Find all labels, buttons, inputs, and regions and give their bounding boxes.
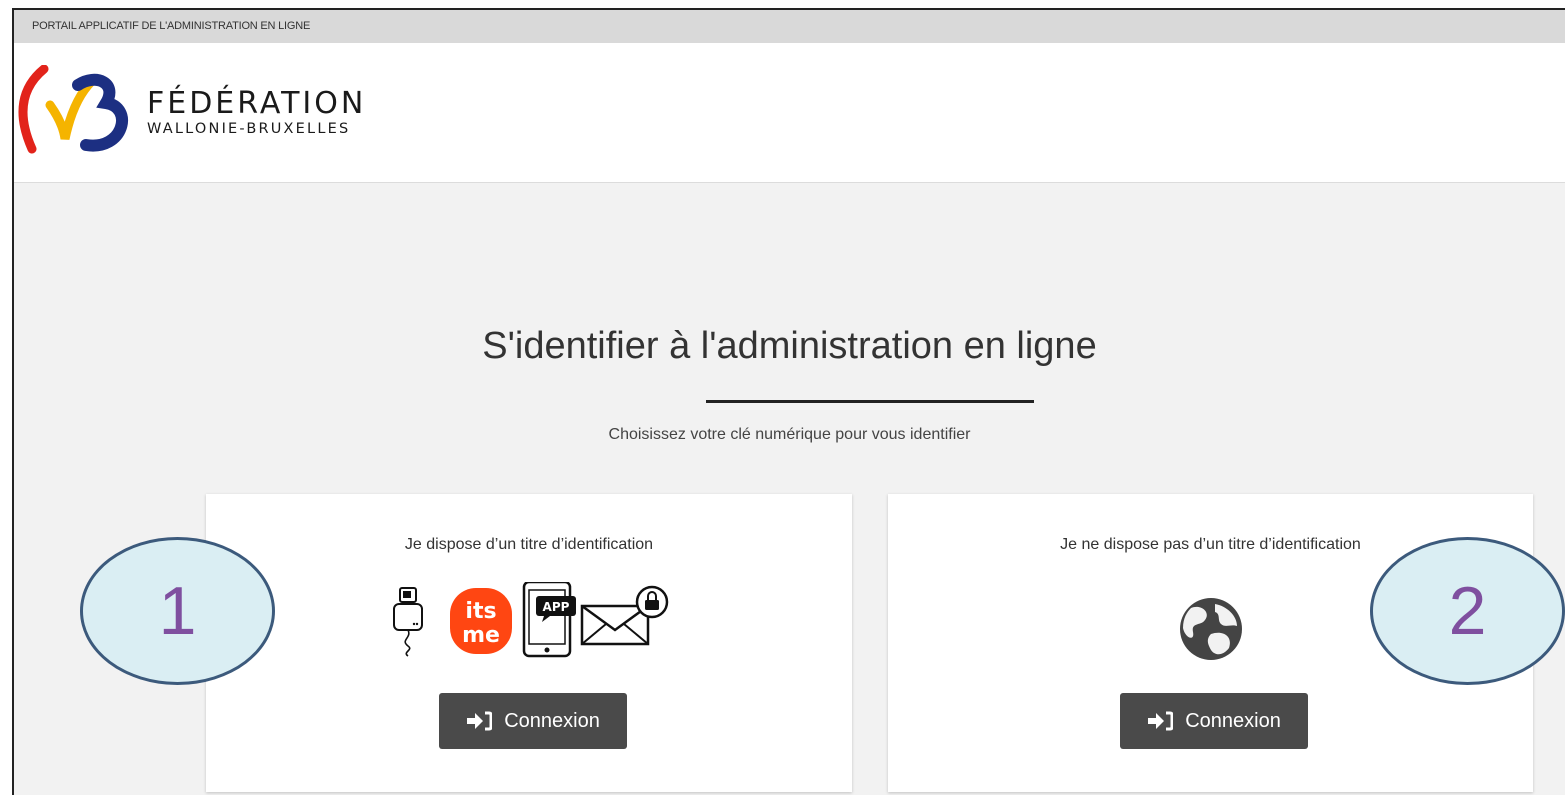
itsme-label-me: me (462, 623, 500, 648)
itsme-label-its: its (465, 599, 496, 624)
app-label: APP (543, 600, 570, 614)
annotation-callout-2: 2 (1370, 537, 1565, 685)
annotation-callout-1: 1 (80, 537, 275, 685)
portal-label: PORTAIL APPLICATIF DE L'ADMINISTRATION E… (32, 20, 311, 32)
title-divider (706, 400, 1034, 403)
annotation-number: 1 (158, 573, 197, 649)
page-title: S'identifier à l'administration en ligne (482, 325, 1097, 367)
brand-subtitle: WALLONIE-BRUXELLES (147, 121, 351, 137)
fwb-logo-icon[interactable] (14, 65, 139, 155)
login-button[interactable]: Connexion (439, 693, 627, 749)
card-reader-icon (393, 587, 423, 657)
site-header: FÉDÉRATION WALLONIE-BRUXELLES (14, 43, 1565, 183)
with-id-card: Je dispose d’un titre d’identification i… (206, 494, 852, 792)
mobile-app-icon: APP (522, 580, 576, 658)
brand-name: FÉDÉRATION (147, 86, 367, 121)
login-methods-icons: its me APP (386, 580, 686, 667)
globe-icon-container (1171, 594, 1251, 669)
login-button-label: Connexion (504, 710, 600, 732)
itsme-icon: its me (450, 588, 512, 654)
brand-wordmark: FÉDÉRATION WALLONIE-BRUXELLES (147, 88, 366, 138)
login-button-label: Connexion (1185, 710, 1281, 732)
page-subtitle: Choisissez votre clé numérique pour vous… (608, 426, 971, 443)
sign-in-icon (467, 711, 493, 731)
login-button[interactable]: Connexion (1120, 693, 1308, 749)
secure-mail-icon (580, 585, 669, 646)
top-bar: PORTAIL APPLICATIF DE L'ADMINISTRATION E… (14, 10, 1565, 43)
main-content: S'identifier à l'administration en ligne… (14, 183, 1565, 795)
annotation-number: 2 (1448, 573, 1487, 649)
browser-viewport: PORTAIL APPLICATIF DE L'ADMINISTRATION E… (12, 8, 1565, 795)
card-title: Je dispose d’un titre d’identification (404, 536, 654, 553)
sign-in-icon (1148, 711, 1174, 731)
globe-icon (1180, 598, 1242, 660)
